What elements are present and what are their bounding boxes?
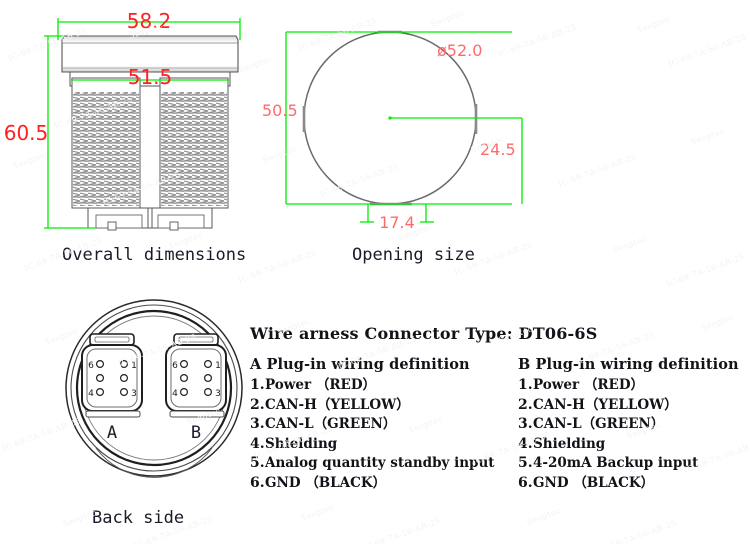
- wiring-a-pin-1: 1.Power （RED）: [250, 376, 495, 396]
- wiring-a-pin-1-text: Power （RED）: [265, 377, 377, 393]
- pin-b-6: [180, 359, 189, 368]
- wiring-a-pin-2: 2.CAN-H（YELLOW）: [250, 396, 495, 416]
- watermark-brand: Seoptec: [525, 506, 562, 527]
- wiring-b-heading: B Plug-in wiring definition: [518, 356, 739, 373]
- connector-b-label: B: [191, 423, 201, 443]
- pin-b-1: [204, 359, 213, 368]
- wiring-column-b: B Plug-in wiring definition 1.Power （RED…: [518, 356, 739, 493]
- wiring-a-pin-3-text: CAN-L（GREEN）: [265, 416, 397, 432]
- wiring-a-heading: A Plug-in wiring definition: [250, 356, 470, 373]
- wiring-b-pin-4-num: 4.: [518, 435, 533, 452]
- wiring-b-pin-3-num: 3.: [518, 416, 533, 432]
- wiring-a-pin-4-text: Shielding: [265, 435, 338, 452]
- wiring-b-pin-2: 2.CAN-H（YELLOW）: [518, 396, 739, 416]
- rear-connector-block: [87, 207, 213, 231]
- watermark-brand: Seoptec: [689, 126, 726, 147]
- wiring-b-pin-4: 4.Shielding: [518, 435, 739, 455]
- dimension-17-4: 17.4: [360, 204, 434, 232]
- wiring-a-pin-6: 6.GND （BLACK）: [250, 474, 495, 494]
- wiring-a-pin-6-num: 6.: [250, 474, 265, 491]
- dimension-50-5-text: 50.5: [262, 101, 298, 120]
- dimension-17-4-text: 17.4: [379, 213, 415, 232]
- pin-a-5: [95, 373, 104, 382]
- pin-label-a-4: 4: [88, 389, 94, 399]
- pin-label-b-3: 3: [215, 389, 221, 399]
- wiring-b-pin-6-text: GND （BLACK）: [533, 474, 655, 491]
- technical-drawing-page: 58.2 51.5 60.5 Overall dimensions 50.5 ø…: [0, 0, 750, 544]
- opening-size-drawing: 50.5 ø52.0 24.5 17.4: [262, 30, 523, 232]
- wiring-b-pin-3-text: CAN-L（GREEN）: [533, 416, 665, 432]
- pin-label-b-4: 4: [172, 389, 178, 399]
- caption-overall-dimensions: Overall dimensions: [62, 245, 247, 265]
- wiring-a-pin-3-num: 3.: [250, 416, 265, 432]
- wiring-a-pin-1-num: 1.: [250, 377, 265, 393]
- dimension-60-5-text: 60.5: [4, 121, 49, 145]
- wiring-b-pin-2-num: 2.: [518, 396, 533, 413]
- wiring-b-pin-6: 6.GND （BLACK）: [518, 474, 739, 494]
- watermark-brand: Seoptec: [699, 312, 736, 333]
- wiring-b-pin-2-text: CAN-H（YELLOW）: [533, 396, 678, 413]
- pin-a-3: [119, 387, 128, 396]
- wiring-b-pin-1-num: 1.: [518, 377, 533, 393]
- dimension-58-2: 58.2: [57, 9, 241, 40]
- dimension-diameter-52-text: ø52.0: [437, 41, 482, 60]
- caption-back-side: Back side: [92, 508, 185, 528]
- pin-label-a-1: 1: [131, 361, 137, 371]
- back-side-drawing: 6 1 4 3 A 6 1 4 3 B: [65, 299, 243, 478]
- dimension-24-5-text: 24.5: [480, 140, 516, 159]
- pin-a-6: [95, 359, 104, 368]
- wiring-a-pin-4: 4.Shielding: [250, 435, 495, 455]
- wiring-a-pin-5: 5.Analog quantity standby input: [250, 454, 495, 474]
- watermark-brand: Seoptec: [299, 502, 336, 523]
- wiring-a-pin-5-text: Analog quantity standby input: [265, 455, 495, 471]
- pin-a-1: [119, 359, 128, 368]
- wiring-a-pin-3: 3.CAN-L（GREEN）: [250, 415, 495, 435]
- pin-b-3: [204, 387, 213, 396]
- watermark-code: IC-69-7A-56-AB-25: [664, 252, 746, 289]
- pin-label-a-3: 3: [131, 389, 137, 399]
- wiring-a-pin-5-num: 5.: [250, 455, 265, 471]
- wiring-b-pin-1-text: Power （RED）: [533, 377, 645, 393]
- pin-a-4: [95, 387, 104, 396]
- wiring-column-a: A Plug-in wiring definition 1.Power （RED…: [250, 356, 495, 493]
- pin-label-b-6: 6: [172, 361, 178, 371]
- watermark-code: IC-69-7A-56-AB-25: [666, 32, 748, 69]
- wiring-b-pin-6-num: 6.: [518, 474, 533, 491]
- wiring-a-pin-2-num: 2.: [250, 396, 265, 413]
- wiring-b-pin-1: 1.Power （RED）: [518, 376, 739, 396]
- dimension-58-2-text: 58.2: [127, 9, 172, 33]
- pin-b-5: [180, 373, 189, 382]
- wiring-b-pin-5-num: 5.: [518, 455, 533, 471]
- watermark-brand: Seoptec: [611, 234, 648, 255]
- pin-a-2: [119, 373, 128, 382]
- wiring-b-pin-5: 5.4-20mA Backup input: [518, 454, 739, 474]
- wiring-b-pin-3: 3.CAN-L（GREEN）: [518, 415, 739, 435]
- pin-b-2: [204, 373, 213, 382]
- dimension-51-5-text: 51.5: [128, 65, 173, 89]
- wiring-b-pin-4-text: Shielding: [533, 435, 606, 452]
- pin-label-a-6: 6: [88, 361, 94, 371]
- connector-a-label: A: [107, 423, 117, 443]
- watermark-brand: Seoptec: [635, 14, 672, 35]
- caption-opening-size: Opening size: [352, 245, 475, 265]
- wiring-a-pin-4-num: 4.: [250, 435, 265, 452]
- watermark-code: IC-69-7A-56-AB-25: [360, 516, 442, 544]
- wiring-a-pin-2-text: CAN-H（YELLOW）: [265, 396, 410, 413]
- pin-label-b-1: 1: [215, 361, 221, 371]
- watermark-code: IC-69-7A-56-AB-25: [596, 518, 678, 544]
- dimension-diameter-52: ø52.0: [437, 41, 482, 60]
- pin-b-4: [180, 387, 189, 396]
- wiring-a-pin-6-text: GND （BLACK）: [265, 474, 387, 491]
- wiring-connector-type-title: Wire arness Connector Type: DT06-6S: [250, 324, 598, 343]
- wiring-b-pin-5-text: 4-20mA Backup input: [533, 455, 699, 471]
